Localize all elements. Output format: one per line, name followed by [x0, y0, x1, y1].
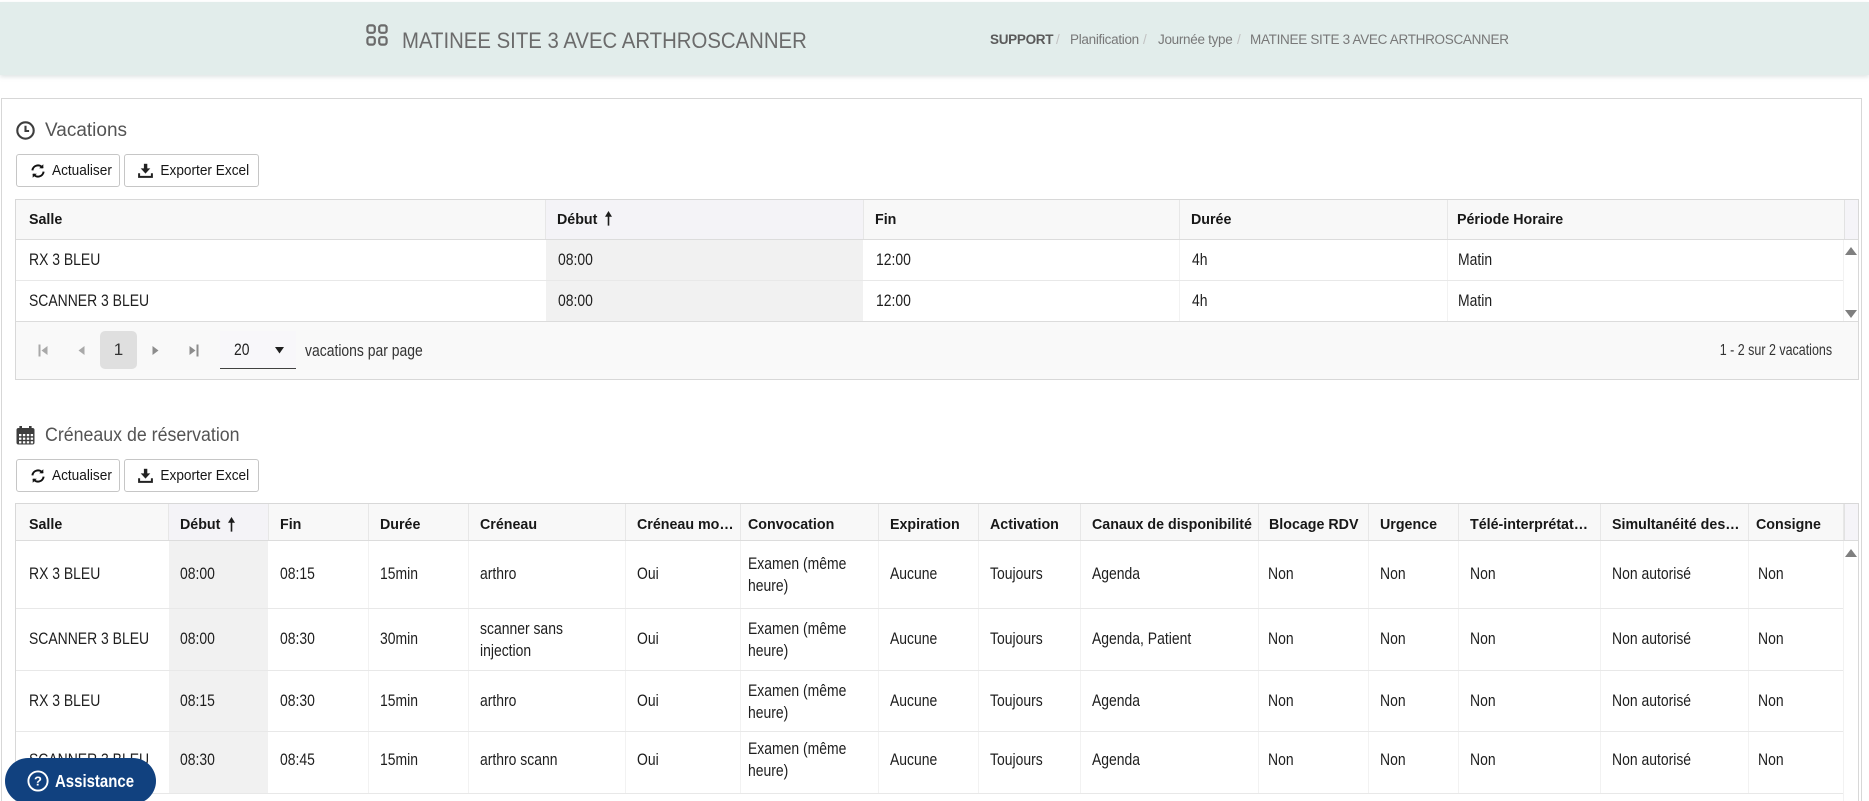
svg-text:?: ? [34, 773, 42, 788]
